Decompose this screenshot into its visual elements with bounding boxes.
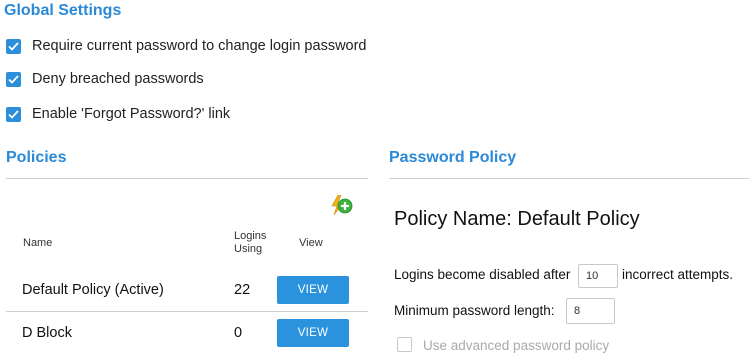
option-label: Deny breached passwords	[32, 71, 204, 87]
policy-name-cell: Default Policy (Active)	[22, 282, 164, 298]
row-divider	[6, 311, 368, 312]
incorrect-attempts-label: incorrect attempts.	[622, 267, 734, 282]
column-header-logins: Logins Using	[234, 230, 266, 256]
check-icon	[8, 109, 19, 119]
min-length-label: Minimum password length:	[394, 303, 555, 318]
advanced-policy-label: Use advanced password policy	[423, 338, 610, 353]
enable-forgot-password-option[interactable]: Enable 'Forgot Password?' link	[6, 106, 230, 122]
global-settings-title: Global Settings	[4, 2, 122, 19]
policies-title: Policies	[6, 149, 67, 166]
policy-name-cell: D Block	[22, 325, 72, 341]
column-header-view: View	[299, 237, 323, 249]
checkbox-checked[interactable]	[6, 71, 21, 87]
column-header-logins-line1: Logins	[234, 230, 267, 242]
option-label: Enable 'Forgot Password?' link	[32, 106, 231, 122]
view-policy-button[interactable]: VIEW	[277, 276, 349, 304]
password-policy-divider	[389, 178, 749, 179]
checkbox-checked[interactable]	[6, 106, 21, 122]
logins-count-cell: 0	[234, 325, 243, 341]
policy-name-heading: Policy Name: Default Policy	[394, 208, 640, 230]
disable-attempts-input[interactable]	[578, 264, 618, 288]
view-policy-button[interactable]: VIEW	[277, 319, 349, 347]
add-policy-icon[interactable]	[330, 194, 354, 222]
logins-count-cell: 22	[234, 282, 251, 298]
check-icon	[8, 41, 19, 51]
column-header-name: Name	[23, 237, 53, 249]
deny-breached-passwords-option[interactable]: Deny breached passwords	[6, 71, 204, 87]
password-policy-title: Password Policy	[389, 149, 517, 166]
column-header-logins-line2: Using	[234, 243, 263, 255]
option-label: Require current password to change login…	[32, 38, 367, 54]
min-length-input[interactable]	[566, 298, 615, 324]
checkbox-checked[interactable]	[6, 38, 21, 54]
require-current-password-option[interactable]: Require current password to change login…	[6, 38, 367, 54]
check-icon	[8, 74, 19, 84]
policies-divider	[6, 178, 368, 179]
advanced-policy-checkbox[interactable]	[397, 337, 412, 352]
disable-after-label: Logins become disabled after	[394, 267, 571, 282]
